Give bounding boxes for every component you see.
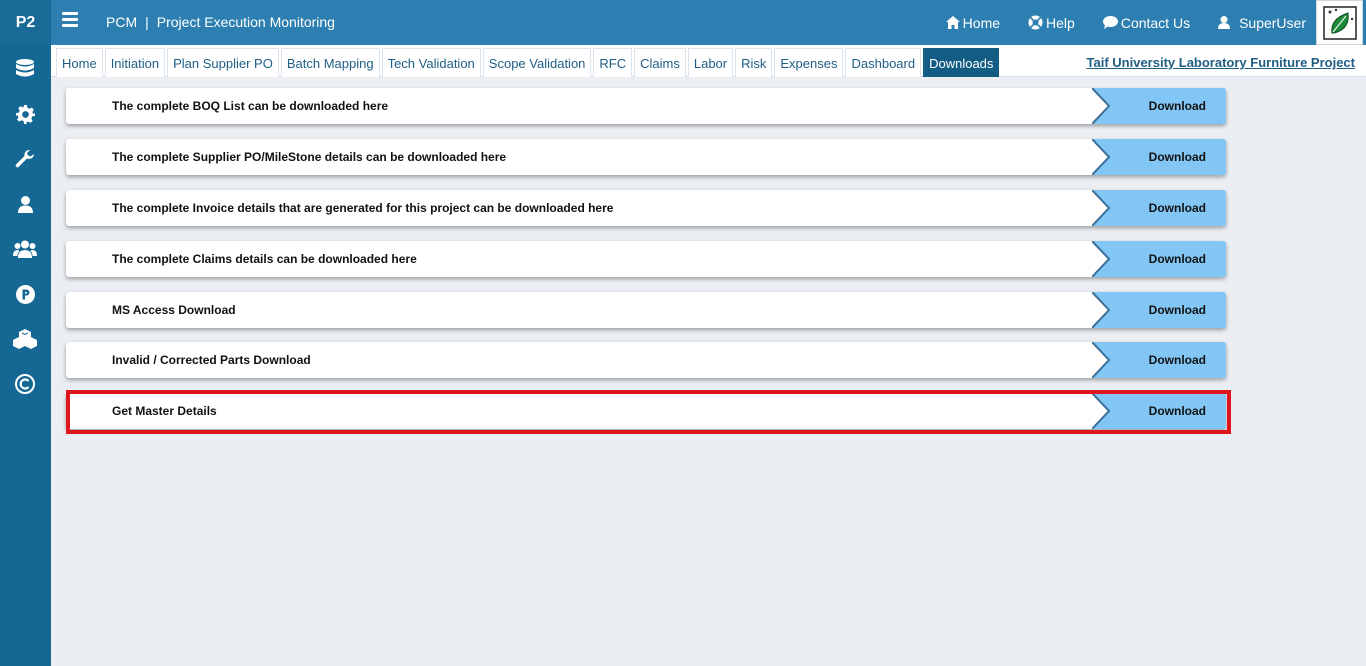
database-icon (16, 59, 34, 77)
parking-icon (15, 284, 35, 304)
download-button-label: Download (1148, 404, 1206, 418)
download-button-ms-access[interactable]: Download (1092, 292, 1226, 328)
copyright-icon (15, 374, 35, 394)
download-row-invalid-parts: Invalid / Corrected Parts Download Downl… (66, 342, 1226, 378)
app-subtitle: Project Execution Monitoring (156, 14, 335, 30)
tab-bar: Home Initiation Plan Supplier PO Batch M… (51, 45, 1366, 77)
download-row-label: MS Access Download (112, 303, 236, 317)
download-row-boq: The complete BOQ List can be downloaded … (66, 88, 1226, 124)
cubes-icon (13, 329, 37, 349)
download-button-label: Download (1148, 201, 1206, 215)
download-row-supplier-po: The complete Supplier PO/MileStone detai… (66, 139, 1226, 175)
menu-toggle-icon[interactable] (62, 12, 78, 28)
sidebar-database-icon[interactable] (13, 57, 37, 81)
nav-contact-link[interactable]: Contact Us (1102, 14, 1191, 31)
sidebar (0, 45, 51, 666)
download-button-claims[interactable]: Download (1092, 241, 1226, 277)
chat-icon (1102, 16, 1118, 29)
project-name-link[interactable]: Taif University Laboratory Furniture Pro… (1087, 55, 1355, 70)
nav-user-label: SuperUser (1239, 14, 1306, 31)
download-row-label: The complete Supplier PO/MileStone detai… (112, 150, 507, 164)
tab-labor[interactable]: Labor (687, 48, 734, 77)
download-row-label: The complete Claims details can be downl… (112, 252, 417, 266)
download-button-label: Download (1148, 353, 1206, 367)
sidebar-users-icon[interactable] (13, 237, 37, 261)
sidebar-parking-icon[interactable] (13, 282, 37, 306)
download-row-label: Invalid / Corrected Parts Download (112, 353, 311, 367)
sidebar-cubes-icon[interactable] (13, 327, 37, 351)
tab-home[interactable]: Home (56, 48, 103, 77)
home-icon (945, 16, 960, 29)
tab-scope-validation[interactable]: Scope Validation (482, 48, 592, 77)
leaf-logo-icon (1322, 5, 1357, 40)
gear-icon (15, 104, 35, 124)
download-button-invalid-parts[interactable]: Download (1092, 342, 1226, 378)
download-row-claims: The complete Claims details can be downl… (66, 241, 1226, 277)
sidebar-settings-icon[interactable] (13, 102, 37, 126)
user-icon (17, 195, 33, 213)
download-button-label: Download (1148, 150, 1206, 164)
download-row-label: Get Master Details (112, 404, 217, 418)
wrench-icon (15, 149, 34, 168)
app-name: PCM (106, 14, 138, 30)
download-row-master-details: Get Master Details Download (66, 393, 1226, 429)
title-separator: | (145, 14, 149, 30)
download-button-label: Download (1148, 252, 1206, 266)
nav-help-label: Help (1046, 14, 1075, 31)
tab-initiation[interactable]: Initiation (104, 48, 166, 77)
users-icon (13, 240, 37, 258)
user-icon (1218, 16, 1231, 29)
download-row-label: The complete BOQ List can be downloaded … (112, 99, 389, 113)
nav-home-label: Home (962, 14, 1001, 31)
nav-user-link[interactable]: SuperUser (1218, 15, 1306, 31)
sidebar-user-icon[interactable] (13, 192, 37, 216)
tab-tech-validation[interactable]: Tech Validation (381, 48, 481, 77)
tab-claims[interactable]: Claims (634, 48, 686, 77)
nav-home-link[interactable]: Home (945, 14, 1001, 31)
tab-batch-mapping[interactable]: Batch Mapping (280, 48, 380, 77)
nav-help-link[interactable]: Help (1028, 15, 1075, 31)
app-title: PCM | Project Execution Monitoring (106, 14, 335, 30)
nav-contact-label: Contact Us (1120, 14, 1191, 31)
tab-list: Home Initiation Plan Supplier PO Batch M… (56, 48, 1001, 77)
tab-rfc[interactable]: RFC (593, 48, 633, 77)
lifebuoy-icon (1028, 15, 1043, 30)
download-row-invoice: The complete Invoice details that are ge… (66, 190, 1226, 226)
download-button-label: Download (1148, 303, 1206, 317)
sidebar-tools-icon[interactable] (13, 147, 37, 171)
sidebar-copyright-icon[interactable] (13, 372, 37, 396)
download-button-master-details[interactable]: Download (1092, 393, 1226, 429)
download-row-label: The complete Invoice details that are ge… (112, 201, 614, 215)
tab-downloads[interactable]: Downloads (923, 48, 1000, 77)
tab-plan-supplier-po[interactable]: Plan Supplier PO (167, 48, 279, 77)
top-header: P2 PCM | Project Execution Monitoring Home… (0, 0, 1366, 45)
tab-dashboard[interactable]: Dashboard (845, 48, 922, 77)
company-logo (1316, 0, 1363, 45)
download-button-invoice[interactable]: Download (1092, 190, 1226, 226)
download-button-boq[interactable]: Download (1092, 88, 1226, 124)
tab-risk[interactable]: Risk (735, 48, 773, 77)
brand-logo[interactable]: P2 (0, 0, 51, 45)
download-button-label: Download (1148, 99, 1206, 113)
tab-expenses[interactable]: Expenses (774, 48, 844, 77)
top-nav: Home Help Contact Us SuperUser (945, 0, 1306, 45)
download-button-supplier-po[interactable]: Download (1092, 139, 1226, 175)
download-row-ms-access: MS Access Download Download (66, 292, 1226, 328)
